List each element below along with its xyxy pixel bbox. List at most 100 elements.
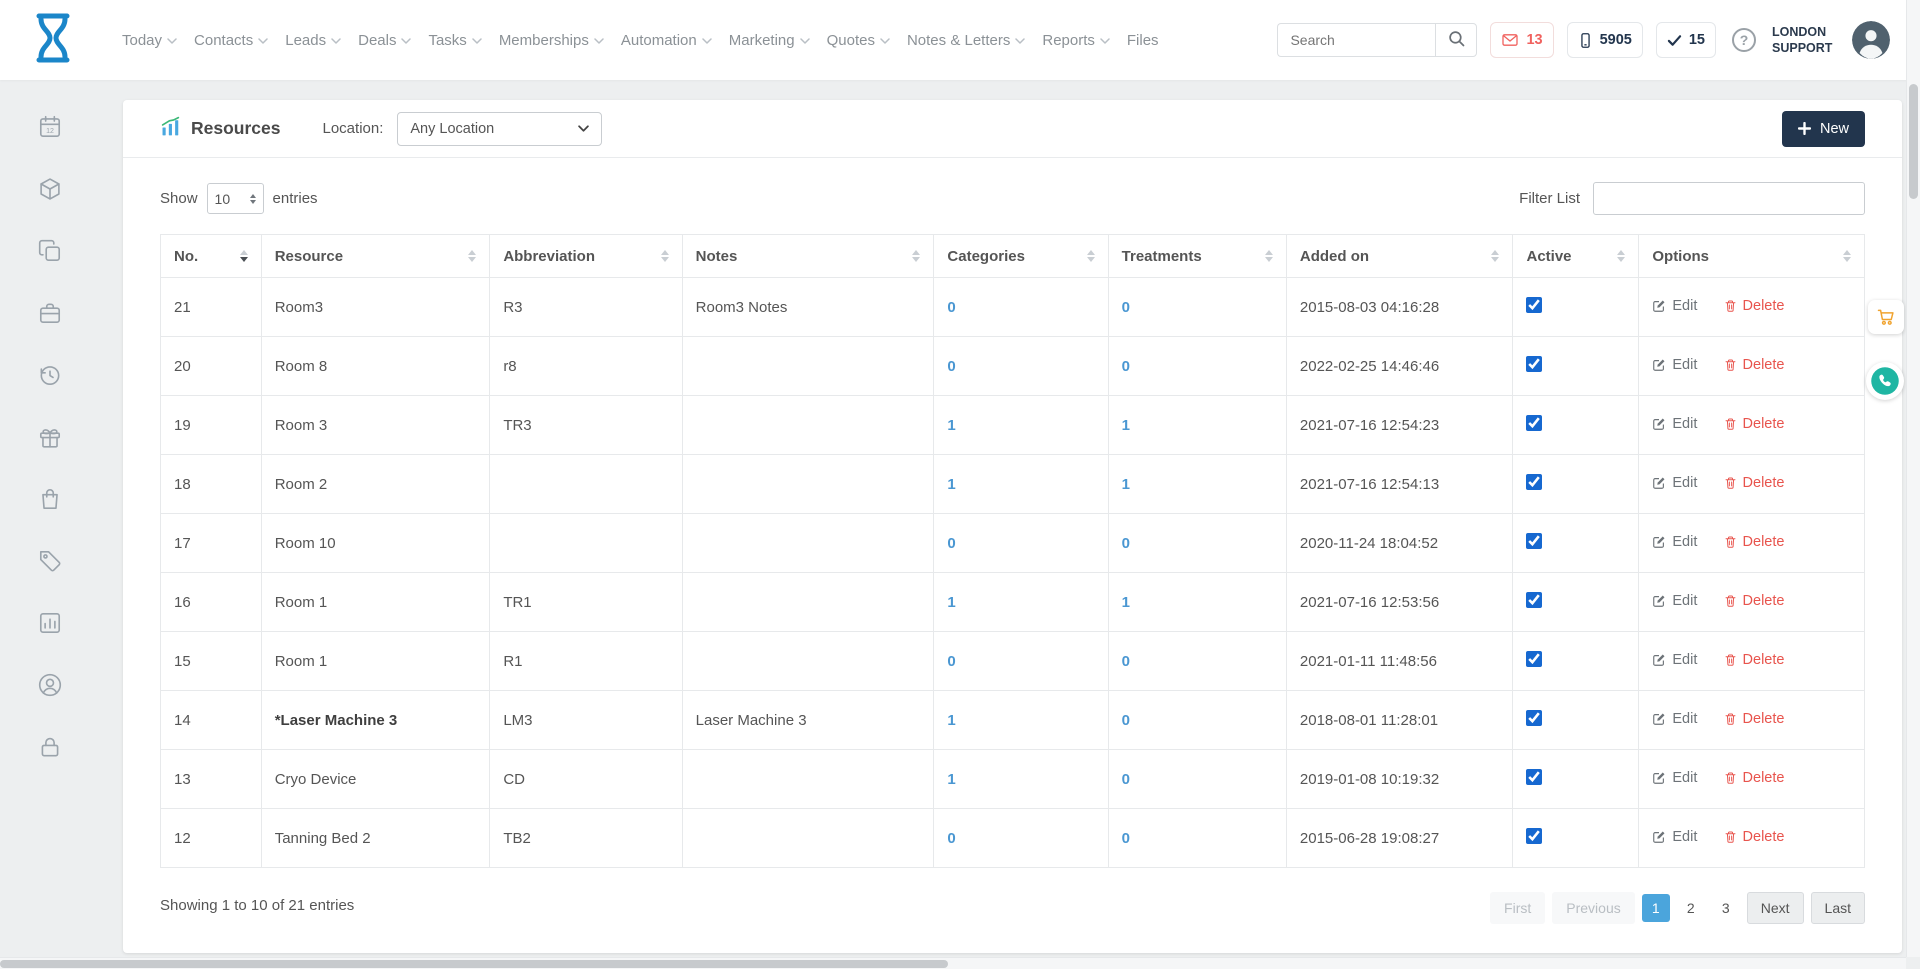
app-logo[interactable] bbox=[30, 12, 76, 69]
treatments-link[interactable]: 0 bbox=[1122, 358, 1130, 375]
edit-link[interactable]: Edit bbox=[1652, 652, 1697, 668]
edit-link[interactable]: Edit bbox=[1652, 829, 1697, 845]
delete-link[interactable]: Delete bbox=[1724, 593, 1785, 609]
nav-item-reports[interactable]: Reports bbox=[1042, 32, 1110, 49]
vertical-scrollbar-thumb[interactable] bbox=[1909, 84, 1918, 199]
nav-item-notes-letters[interactable]: Notes & Letters bbox=[907, 32, 1025, 49]
treatments-link[interactable]: 0 bbox=[1122, 299, 1130, 316]
treatments-link[interactable]: 0 bbox=[1122, 535, 1130, 552]
edit-link[interactable]: Edit bbox=[1652, 357, 1697, 373]
delete-link[interactable]: Delete bbox=[1724, 357, 1785, 373]
nav-item-files[interactable]: Files bbox=[1127, 32, 1159, 49]
treatments-link[interactable]: 0 bbox=[1122, 653, 1130, 670]
nav-item-contacts[interactable]: Contacts bbox=[194, 32, 268, 49]
nav-item-memberships[interactable]: Memberships bbox=[499, 32, 604, 49]
column-header-treatments[interactable]: Treatments bbox=[1108, 235, 1286, 278]
delete-link[interactable]: Delete bbox=[1724, 534, 1785, 550]
filter-input[interactable] bbox=[1593, 182, 1865, 215]
sidebar-item-copy[interactable] bbox=[37, 238, 63, 264]
active-checkbox[interactable] bbox=[1526, 297, 1542, 313]
categories-link[interactable]: 0 bbox=[947, 299, 955, 316]
column-header-notes[interactable]: Notes bbox=[682, 235, 934, 278]
treatments-link[interactable]: 1 bbox=[1122, 417, 1130, 434]
location-select[interactable]: Any Location bbox=[397, 112, 602, 146]
delete-link[interactable]: Delete bbox=[1724, 770, 1785, 786]
delete-link[interactable]: Delete bbox=[1724, 298, 1785, 314]
delete-link[interactable]: Delete bbox=[1724, 829, 1785, 845]
sidebar-item-history[interactable] bbox=[37, 362, 63, 388]
search-input[interactable] bbox=[1277, 23, 1435, 57]
previous-page-button[interactable]: Previous bbox=[1552, 892, 1634, 924]
phone-widget[interactable] bbox=[1866, 362, 1904, 400]
active-checkbox[interactable] bbox=[1526, 828, 1542, 844]
first-page-button[interactable]: First bbox=[1490, 892, 1545, 924]
categories-link[interactable]: 1 bbox=[947, 476, 955, 493]
sidebar-item-briefcase[interactable] bbox=[37, 300, 63, 326]
treatments-link[interactable]: 0 bbox=[1122, 712, 1130, 729]
horizontal-scrollbar-thumb[interactable] bbox=[0, 960, 948, 968]
column-header-abbreviation[interactable]: Abbreviation bbox=[490, 235, 682, 278]
nav-item-today[interactable]: Today bbox=[122, 32, 177, 49]
active-checkbox[interactable] bbox=[1526, 651, 1542, 667]
page-size-select[interactable]: 10 bbox=[207, 183, 264, 214]
delete-link[interactable]: Delete bbox=[1724, 416, 1785, 432]
column-header-options[interactable]: Options bbox=[1639, 235, 1865, 278]
column-header-categories[interactable]: Categories bbox=[934, 235, 1108, 278]
active-checkbox[interactable] bbox=[1526, 474, 1542, 490]
column-header-resource[interactable]: Resource bbox=[261, 235, 490, 278]
edit-link[interactable]: Edit bbox=[1652, 770, 1697, 786]
search-button[interactable] bbox=[1435, 23, 1477, 57]
topbar-badge-calls[interactable]: 5905 bbox=[1567, 22, 1643, 58]
topbar-badge-tasks[interactable]: 15 bbox=[1656, 22, 1716, 58]
nav-item-marketing[interactable]: Marketing bbox=[729, 32, 810, 49]
categories-link[interactable]: 1 bbox=[947, 417, 955, 434]
page-button-2[interactable]: 2 bbox=[1677, 894, 1705, 922]
active-checkbox[interactable] bbox=[1526, 356, 1542, 372]
sidebar-item-chart[interactable] bbox=[37, 610, 63, 636]
categories-link[interactable]: 0 bbox=[947, 830, 955, 847]
new-button[interactable]: New bbox=[1782, 111, 1865, 147]
treatments-link[interactable]: 1 bbox=[1122, 476, 1130, 493]
last-page-button[interactable]: Last bbox=[1811, 892, 1865, 924]
delete-link[interactable]: Delete bbox=[1724, 475, 1785, 491]
active-checkbox[interactable] bbox=[1526, 769, 1542, 785]
nav-item-automation[interactable]: Automation bbox=[621, 32, 712, 49]
categories-link[interactable]: 0 bbox=[947, 535, 955, 552]
topbar-badge-messages[interactable]: 13 bbox=[1490, 22, 1553, 58]
sidebar-item-support[interactable] bbox=[37, 672, 63, 698]
sidebar-item-tag[interactable] bbox=[37, 548, 63, 574]
sidebar-item-package[interactable] bbox=[37, 176, 63, 202]
sidebar-item-shopping-bag[interactable] bbox=[37, 486, 63, 512]
edit-link[interactable]: Edit bbox=[1652, 475, 1697, 491]
column-header-added-on[interactable]: Added on bbox=[1286, 235, 1513, 278]
nav-item-tasks[interactable]: Tasks bbox=[428, 32, 481, 49]
active-checkbox[interactable] bbox=[1526, 415, 1542, 431]
categories-link[interactable]: 0 bbox=[947, 653, 955, 670]
delete-link[interactable]: Delete bbox=[1724, 652, 1785, 668]
user-menu[interactable]: LONDON SUPPORT bbox=[1772, 21, 1890, 59]
treatments-link[interactable]: 0 bbox=[1122, 771, 1130, 788]
active-checkbox[interactable] bbox=[1526, 533, 1542, 549]
column-header-active[interactable]: Active bbox=[1513, 235, 1639, 278]
help-button[interactable]: ? bbox=[1732, 28, 1756, 52]
edit-link[interactable]: Edit bbox=[1652, 593, 1697, 609]
delete-link[interactable]: Delete bbox=[1724, 711, 1785, 727]
next-page-button[interactable]: Next bbox=[1747, 892, 1804, 924]
categories-link[interactable]: 1 bbox=[947, 771, 955, 788]
page-button-3[interactable]: 3 bbox=[1712, 894, 1740, 922]
sidebar-item-gift[interactable] bbox=[37, 424, 63, 450]
edit-link[interactable]: Edit bbox=[1652, 416, 1697, 432]
column-header-no[interactable]: No. bbox=[161, 235, 262, 278]
edit-link[interactable]: Edit bbox=[1652, 534, 1697, 550]
cart-widget[interactable] bbox=[1868, 300, 1904, 334]
edit-link[interactable]: Edit bbox=[1652, 711, 1697, 727]
page-button-1[interactable]: 1 bbox=[1642, 894, 1670, 922]
nav-item-leads[interactable]: Leads bbox=[285, 32, 341, 49]
active-checkbox[interactable] bbox=[1526, 592, 1542, 608]
active-checkbox[interactable] bbox=[1526, 710, 1542, 726]
nav-item-quotes[interactable]: Quotes bbox=[827, 32, 890, 49]
categories-link[interactable]: 1 bbox=[947, 712, 955, 729]
sidebar-item-lock[interactable] bbox=[37, 734, 63, 760]
edit-link[interactable]: Edit bbox=[1652, 298, 1697, 314]
categories-link[interactable]: 0 bbox=[947, 358, 955, 375]
